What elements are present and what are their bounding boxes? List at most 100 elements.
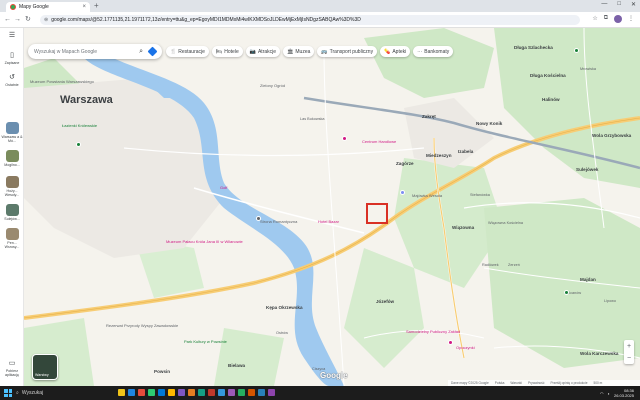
forward-icon[interactable]: → [14, 15, 21, 24]
url-text[interactable]: google.com/maps/@52.1771135,21.1971172,1… [51, 17, 361, 23]
taskbar-app-icon[interactable] [128, 389, 135, 396]
map-pin-icon[interactable] [342, 136, 347, 141]
recent-item[interactable]: Hoży... Wesoly... [0, 176, 24, 197]
chip-transit[interactable]: 🚌 Transport publiczny [317, 46, 378, 57]
volume-icon[interactable]: ◖ [608, 391, 610, 396]
search-icon[interactable]: ⌕ [139, 48, 143, 56]
chip-pharmacies[interactable]: 💊 Apteki [380, 46, 411, 57]
map-poi-label[interactable]: Centrum Handlowe [362, 140, 396, 144]
map-label-town[interactable]: Długa Szlachecka [514, 45, 553, 51]
map-label-town[interactable]: Zakręt [422, 114, 436, 120]
map-poi-label[interactable]: Muzeum Pałacu Króla Jana III w Wilanowie [166, 240, 243, 244]
map-label-town[interactable]: Powsin [154, 369, 170, 375]
map-canvas[interactable]: Warszawa Muzeum Powstania Warszawskiego … [24, 28, 640, 386]
chip-hotels[interactable]: 🛏 Hotele [211, 46, 243, 57]
taskbar-app-icon[interactable] [208, 389, 215, 396]
wifi-icon[interactable]: ◠ [600, 391, 604, 396]
map-poi-label[interactable]: Muzeum Powstania Warszawskiego [30, 80, 94, 84]
bookmark-star-icon[interactable]: ☆ [592, 15, 597, 23]
chip-atms[interactable]: ⋯ Bankomaty [413, 46, 454, 57]
recent-item[interactable]: Sulejów... [0, 204, 24, 221]
map-label-town[interactable]: Kępa Okrzewska [266, 305, 303, 311]
map-poi-label[interactable]: Park Kultury w Powsinie [184, 340, 227, 344]
map-label-town[interactable]: Józefów [376, 299, 394, 305]
map-label-town[interactable]: Zagórze [396, 161, 414, 167]
map-poi-label[interactable]: Strona Romantyczna [260, 220, 297, 224]
map-label-town[interactable]: Długa Kościelna [530, 73, 566, 79]
directions-icon[interactable] [147, 46, 158, 57]
reload-icon[interactable]: ↻ [25, 15, 31, 24]
new-tab-button[interactable]: + [94, 2, 99, 10]
taskbar-app-icon[interactable] [168, 389, 175, 396]
taskbar-app-icon[interactable] [268, 389, 275, 396]
taskbar-search[interactable]: ⌕ Wyszukaj [16, 389, 112, 397]
map-label-town[interactable]: Wola Grzybowska [592, 133, 631, 139]
taskbar-app-icon[interactable] [218, 389, 225, 396]
map-poi-label[interactable]: Rezerwat Przyrody Wyspy Zawadowskie [106, 324, 178, 328]
menu-button[interactable]: ☰ [0, 32, 24, 40]
profile-avatar[interactable] [614, 15, 622, 23]
map-label-town[interactable]: Majdan [580, 277, 596, 283]
browser-tab-strip: Mapy Google × + — □ ✕ [0, 0, 640, 12]
map-poi-label[interactable]: Opoczynki [456, 346, 475, 350]
browser-tab[interactable]: Mapy Google × [6, 2, 90, 12]
map-pin-icon[interactable] [76, 142, 81, 147]
map-poi-label[interactable]: Samodzielny Publiczny Zakład [406, 330, 460, 334]
more-menu-icon[interactable]: ⋮ [628, 15, 634, 23]
map-label-city[interactable]: Warszawa [60, 95, 113, 106]
address-bar[interactable]: ⊜ google.com/maps/@52.1771135,21.1971172… [40, 15, 580, 25]
map-label-town[interactable]: Halinów [542, 97, 560, 103]
map-poi-label[interactable]: Zielony Ogród [260, 84, 285, 88]
layers-button[interactable]: Warstwy [32, 354, 58, 380]
map-poi-label[interactable]: Majówka Wesoła [412, 194, 442, 198]
map-pin-icon[interactable] [400, 190, 405, 195]
taskbar-app-icon[interactable] [188, 389, 195, 396]
map-label-town[interactable]: Wola Karczewska [580, 351, 618, 357]
taskbar-app-icon[interactable] [158, 389, 165, 396]
map-pin-icon[interactable] [256, 216, 261, 221]
map-label-town[interactable]: Bielawa [228, 363, 245, 369]
map-label-town[interactable]: Sulejówek [576, 167, 598, 173]
map-label-town[interactable]: Nowy Konik [476, 121, 502, 127]
recent-item[interactable]: Warszaw a & Mó... [0, 122, 24, 143]
recent-item[interactable]: Pen... Wrzosy... [0, 228, 24, 249]
zoom-in-button[interactable]: + [627, 343, 631, 350]
map-poi-label[interactable]: Łazienki Królewskie [62, 124, 97, 128]
taskbar-app-icon[interactable] [248, 389, 255, 396]
extensions-icon[interactable]: ⧉ [604, 15, 608, 23]
map-pin-icon[interactable] [564, 290, 569, 295]
taskbar-app-icon[interactable] [228, 389, 235, 396]
clock[interactable]: 08:36 26.03.2025 [614, 388, 634, 398]
close-window-icon[interactable]: ✕ [631, 1, 636, 8]
maximize-icon[interactable]: □ [617, 1, 621, 8]
recent-item[interactable]: Mogilno... [0, 150, 24, 167]
map-poi-label[interactable]: Golf [220, 186, 227, 190]
maps-search-box[interactable]: Wyszukaj w Mapach Google ⌕ [28, 44, 162, 59]
zoom-out-button[interactable]: − [627, 355, 631, 362]
rail-saved[interactable]: ▯ Zapisane [0, 52, 24, 65]
taskbar-app-icon[interactable] [118, 389, 125, 396]
taskbar-app-icon[interactable] [258, 389, 265, 396]
taskbar-app-icon[interactable] [148, 389, 155, 396]
search-input[interactable]: Wyszukaj w Mapach Google [34, 49, 139, 55]
back-icon[interactable]: ← [4, 15, 11, 24]
get-app-button[interactable]: ▭ Pobierz aplikację [0, 360, 24, 377]
taskbar-app-icon[interactable] [238, 389, 245, 396]
chip-restaurants[interactable]: 🍴 Restauracje [166, 46, 209, 57]
taskbar-app-icon[interactable] [138, 389, 145, 396]
close-icon[interactable]: × [82, 4, 86, 10]
taskbar-app-icon[interactable] [178, 389, 185, 396]
map-pin-icon[interactable] [574, 48, 579, 53]
chip-attractions[interactable]: 📷 Atrakcje [245, 46, 281, 57]
minimize-icon[interactable]: — [601, 1, 607, 8]
map-pin-icon[interactable] [448, 340, 453, 345]
site-info-icon[interactable]: ⊜ [44, 17, 48, 23]
map-label-town[interactable]: Izabela [458, 149, 473, 155]
taskbar-app-icon[interactable] [198, 389, 205, 396]
map-poi-label[interactable]: Hotel Bazar [318, 220, 339, 224]
map-label-town[interactable]: Miedzeszyn [426, 153, 452, 159]
rail-recent[interactable]: ↺ Ostatnie [0, 74, 24, 87]
chip-museums[interactable]: 🏛 Muzea [283, 46, 315, 57]
start-button[interactable] [4, 389, 12, 397]
map-label-town[interactable]: Wiązowna [452, 225, 474, 231]
